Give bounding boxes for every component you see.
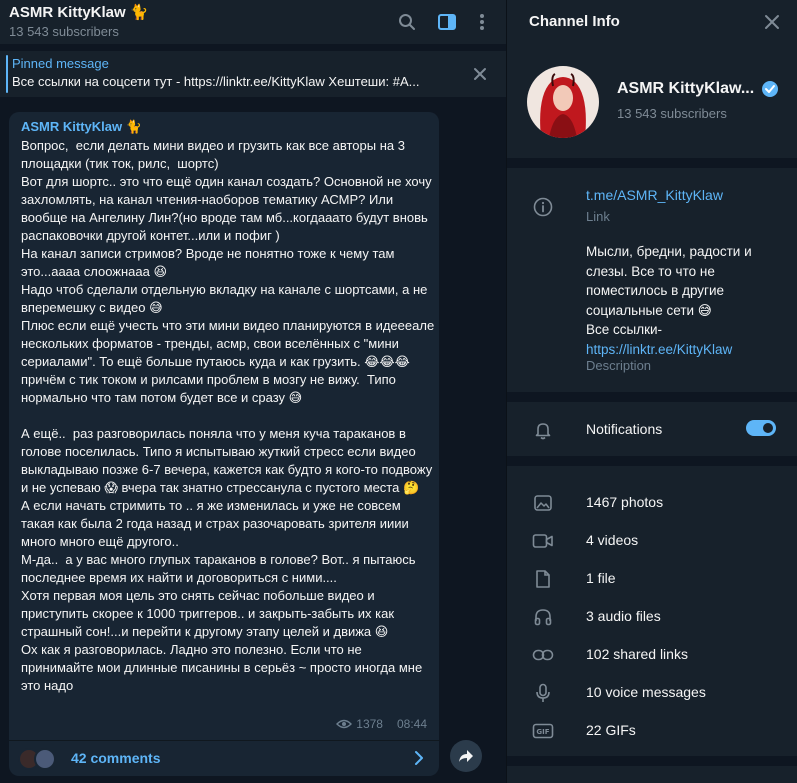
media-section: 1467 photos 4 videos 1 file 3 audio file… — [507, 466, 797, 756]
message-bubble[interactable]: ASMR KittyKlaw 🐈 Вопрос, если делать мин… — [9, 112, 439, 776]
views-icon — [336, 719, 353, 729]
channel-info-panel: Channel Info ASMR KittyKlaw... 13 543 su… — [506, 0, 797, 783]
media-row-files[interactable]: 1 file — [507, 560, 797, 598]
message-views: 1378 — [356, 717, 383, 731]
notifications-label: Notifications — [586, 421, 663, 437]
media-label: 1 file — [586, 570, 616, 586]
close-icon[interactable] — [761, 11, 783, 33]
info-header-section: Channel Info ASMR KittyKlaw... 13 543 su… — [507, 0, 797, 158]
media-label: 10 voice messages — [586, 684, 706, 700]
message-time: 08:44 — [396, 717, 427, 731]
media-row-gifs[interactable]: GIF 22 GIFs — [507, 712, 797, 750]
media-label: 22 GIFs — [586, 722, 636, 738]
commenter-avatar — [34, 748, 56, 770]
pinned-text: Все ссылки на соцсети тут - https://link… — [12, 74, 420, 89]
share-button[interactable] — [450, 740, 482, 772]
message-meta: 1378 08:44 — [336, 717, 427, 731]
verified-badge-icon — [761, 80, 779, 98]
video-icon — [532, 530, 554, 552]
media-label: 4 videos — [586, 532, 639, 548]
headphones-icon — [532, 606, 554, 628]
pinned-message-bar[interactable]: Pinned message Все ссылки на соцсети тут… — [0, 51, 506, 97]
pinned-indicator — [6, 55, 8, 93]
info-footer-section — [507, 766, 797, 783]
media-row-videos[interactable]: 4 videos — [507, 522, 797, 560]
chat-title[interactable]: ASMR KittyKlaw 🐈 — [9, 3, 149, 21]
description-link[interactable]: https://linktr.ee/KittyKlaw — [586, 342, 732, 357]
notifications-toggle[interactable] — [746, 420, 776, 436]
chat-panel: ASMR KittyKlaw 🐈 13 543 subscribers Pinn… — [0, 0, 506, 783]
info-title: Channel Info — [529, 13, 620, 30]
chat-subscribers: 13 543 subscribers — [9, 24, 119, 39]
avatar[interactable] — [527, 66, 599, 138]
media-row-audio[interactable]: 3 audio files — [507, 598, 797, 636]
gif-icon: GIF — [532, 720, 554, 742]
close-pinned-icon[interactable] — [470, 64, 490, 84]
file-icon — [532, 568, 554, 590]
message-text: Вопрос, если делать мини видео и грузить… — [21, 138, 435, 693]
media-label: 3 audio files — [586, 608, 661, 624]
chevron-right-icon — [413, 750, 425, 771]
profile-name: ASMR KittyKlaw... — [617, 80, 755, 97]
channel-description: Мысли, бредни, радости и слезы. Все то ч… — [586, 242, 776, 359]
description-label: Description — [586, 358, 652, 373]
chat-header[interactable]: ASMR KittyKlaw 🐈 13 543 subscribers — [0, 0, 506, 44]
comments-label: 42 comments — [71, 750, 161, 766]
share-icon — [459, 750, 473, 762]
sidebar-toggle-icon[interactable] — [435, 10, 459, 34]
search-icon[interactable] — [395, 10, 419, 34]
microphone-icon — [532, 682, 554, 704]
pinned-title: Pinned message — [12, 56, 109, 71]
more-menu-icon[interactable] — [470, 10, 494, 34]
profile-subscribers: 13 543 subscribers — [617, 106, 727, 121]
media-label: 1467 photos — [586, 494, 664, 510]
info-icon — [532, 196, 554, 218]
link-label: Link — [586, 209, 610, 224]
media-label: 102 shared links — [586, 646, 688, 662]
description-text: Мысли, бредни, радости и слезы. Все то ч… — [586, 244, 752, 337]
channel-link[interactable]: t.me/ASMR_KittyKlaw — [586, 187, 723, 203]
svg-text:GIF: GIF — [536, 728, 549, 736]
link-icon — [532, 644, 554, 666]
comments-button[interactable]: 42 comments — [9, 741, 439, 776]
bell-icon — [532, 419, 554, 441]
media-row-links[interactable]: 102 shared links — [507, 636, 797, 674]
media-row-photos[interactable]: 1467 photos — [507, 484, 797, 522]
message-author[interactable]: ASMR KittyKlaw 🐈 — [21, 119, 142, 135]
telegram-window: ASMR KittyKlaw 🐈 13 543 subscribers Pinn… — [0, 0, 797, 783]
media-row-voice[interactable]: 10 voice messages — [507, 674, 797, 712]
photo-icon — [532, 492, 554, 514]
